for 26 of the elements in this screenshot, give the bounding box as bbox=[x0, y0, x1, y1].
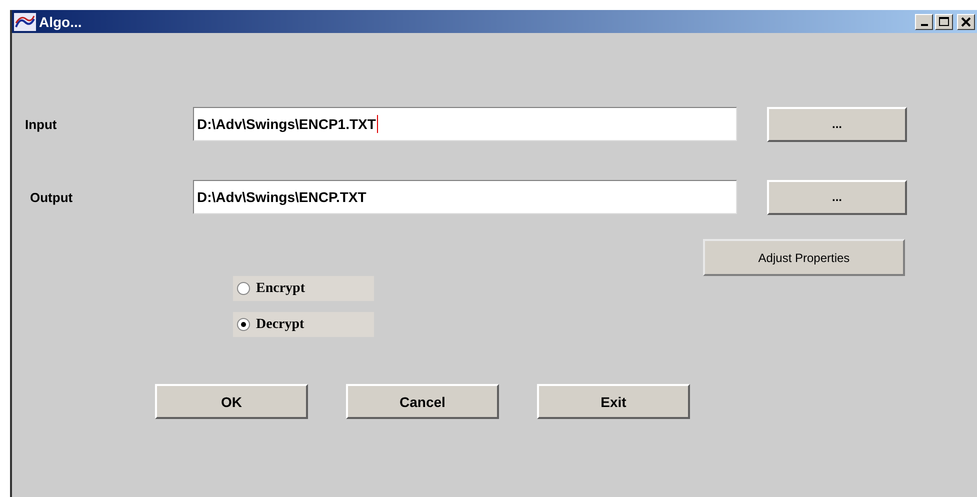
radio-button[interactable] bbox=[237, 318, 250, 331]
field-value: D:\Adv\Swings\ENCP.TXT bbox=[197, 189, 366, 205]
app-logo-icon bbox=[14, 12, 36, 30]
radio-label: Encrypt bbox=[256, 280, 305, 296]
window-title: Algo... bbox=[39, 14, 82, 30]
maximize-icon bbox=[939, 16, 949, 26]
dialog-button[interactable]: Exit bbox=[537, 384, 690, 419]
radio-button[interactable] bbox=[237, 282, 250, 295]
minimize-button[interactable] bbox=[915, 14, 933, 30]
adjust-properties-button[interactable]: Adjust Properties bbox=[703, 239, 905, 276]
close-icon bbox=[961, 16, 971, 26]
browse-button[interactable]: ... bbox=[767, 180, 907, 214]
browse-button[interactable]: ... bbox=[767, 106, 907, 142]
path-field[interactable]: D:\Adv\Swings\ENCP1.TXT bbox=[193, 107, 737, 141]
dialog-button[interactable]: Cancel bbox=[346, 384, 499, 419]
dialog-button[interactable]: OK bbox=[155, 384, 308, 419]
mode-radio[interactable]: Decrypt bbox=[233, 312, 374, 337]
field-label: Output bbox=[29, 190, 74, 204]
radio-label: Decrypt bbox=[256, 316, 304, 332]
close-button[interactable] bbox=[957, 14, 975, 30]
path-field[interactable]: D:\Adv\Swings\ENCP.TXT bbox=[193, 180, 737, 214]
mode-radio[interactable]: Encrypt bbox=[233, 276, 374, 301]
minimize-icon bbox=[920, 24, 928, 26]
field-value: D:\Adv\Swings\ENCP1.TXT bbox=[197, 116, 376, 132]
maximize-button[interactable] bbox=[935, 14, 953, 30]
field-label: Input bbox=[24, 116, 58, 132]
